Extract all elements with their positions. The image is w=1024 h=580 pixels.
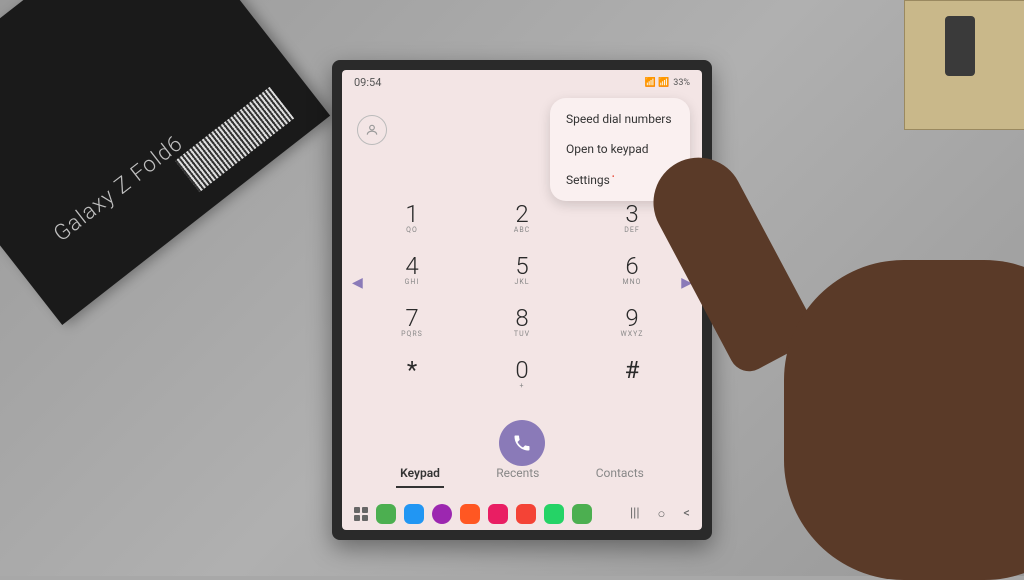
keypad: ◀ ▶ 1QO 2ABC 3DEF 4GHI 5JKL 6MNO 7PQRS 8… xyxy=(382,200,662,408)
channel-logo xyxy=(992,544,1020,572)
menu-open-keypad[interactable]: Open to keypad xyxy=(550,134,690,164)
nav-home[interactable]: ○ xyxy=(658,506,666,522)
taskbar-app-icon-2[interactable] xyxy=(460,504,480,524)
key-star[interactable]: * xyxy=(382,356,442,390)
keypad-arrow-right-icon[interactable]: ▶ xyxy=(681,275,692,291)
nav-buttons: ||| ○ < xyxy=(630,506,690,522)
key-hash[interactable]: # xyxy=(602,356,662,390)
status-indicators: 📶 📶 33% xyxy=(645,78,690,88)
key-8[interactable]: 8TUV xyxy=(492,304,552,338)
tab-contacts[interactable]: Contacts xyxy=(592,460,648,488)
key-9[interactable]: 9WXYZ xyxy=(602,304,662,338)
search-dial-icon[interactable] xyxy=(357,115,387,145)
keypad-arrow-left-icon[interactable]: ◀ xyxy=(352,275,363,291)
tablet-device: 09:54 📶 📶 33% Speed dial numbers Open to… xyxy=(332,60,712,540)
palm xyxy=(784,260,1024,580)
taskbar-youtube-icon[interactable] xyxy=(516,504,536,524)
battery-text: 33% xyxy=(673,78,690,88)
keypad-row-1: 1QO 2ABC 3DEF xyxy=(382,200,662,234)
taskbar-phone-icon[interactable] xyxy=(376,504,396,524)
taskbar-app-icon-3[interactable] xyxy=(488,504,508,524)
taskbar-app-icon[interactable] xyxy=(432,504,452,524)
status-time: 09:54 xyxy=(354,76,381,89)
key-7[interactable]: 7PQRS xyxy=(382,304,442,338)
nav-back[interactable]: < xyxy=(683,506,690,522)
hinge-hardware xyxy=(945,16,975,76)
taskbar-messages-icon[interactable] xyxy=(404,504,424,524)
tab-recents[interactable]: Recents xyxy=(492,460,543,488)
key-1[interactable]: 1QO xyxy=(382,200,442,234)
product-box: Galaxy Z Fold6 xyxy=(0,0,330,325)
phone-app-screen: 09:54 📶 📶 33% Speed dial numbers Open to… xyxy=(342,70,702,530)
wooden-prop xyxy=(904,0,1024,130)
status-bar: 09:54 📶 📶 33% xyxy=(342,70,702,95)
keypad-row-2: 4GHI 5JKL 6MNO xyxy=(382,252,662,286)
nav-recent[interactable]: ||| xyxy=(630,506,640,522)
person-add-icon xyxy=(365,123,379,137)
signal-icon: 📶 📶 xyxy=(645,78,670,88)
human-hand xyxy=(664,120,1024,560)
phone-icon xyxy=(512,433,532,453)
barcode xyxy=(175,87,294,192)
taskbar: ||| ○ < xyxy=(342,504,702,524)
keypad-row-3: 7PQRS 8TUV 9WXYZ xyxy=(382,304,662,338)
key-4[interactable]: 4GHI xyxy=(382,252,442,286)
desk-background: Galaxy Z Fold6 09:54 📶 📶 33% Speed dial … xyxy=(0,0,1024,576)
key-6[interactable]: 6MNO xyxy=(602,252,662,286)
menu-settings[interactable]: Settings xyxy=(550,164,690,195)
key-0[interactable]: 0+ xyxy=(492,356,552,390)
key-3[interactable]: 3DEF xyxy=(602,200,662,234)
tab-keypad[interactable]: Keypad xyxy=(396,460,444,488)
apps-drawer-icon[interactable] xyxy=(354,507,368,521)
overflow-menu: Speed dial numbers Open to keypad Settin… xyxy=(550,98,690,201)
taskbar-whatsapp-icon[interactable] xyxy=(544,504,564,524)
taskbar-whatsapp-business-icon[interactable] xyxy=(572,504,592,524)
bottom-tabs: Keypad Recents Contacts xyxy=(342,460,702,488)
keypad-row-4: * 0+ # xyxy=(382,356,662,390)
key-2[interactable]: 2ABC xyxy=(492,200,552,234)
product-box-label: Galaxy Z Fold6 xyxy=(49,131,188,247)
key-5[interactable]: 5JKL xyxy=(492,252,552,286)
menu-speed-dial[interactable]: Speed dial numbers xyxy=(550,104,690,134)
